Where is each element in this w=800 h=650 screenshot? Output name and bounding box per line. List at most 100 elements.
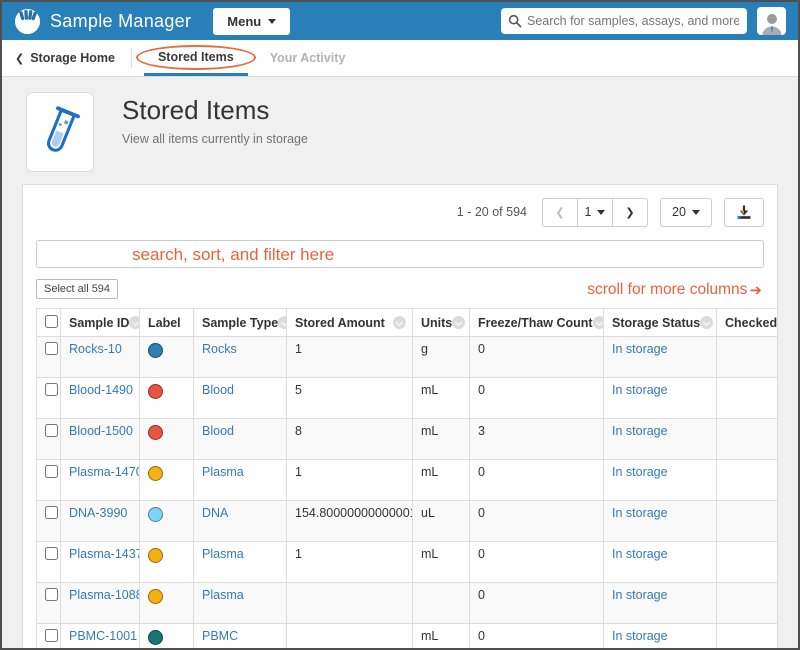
grid-panel: 1 - 20 of 594 ❮ 1 ❯ 20 (22, 184, 778, 650)
units-cell: g (413, 337, 470, 378)
units-cell: uL (413, 501, 470, 542)
column-menu-icon[interactable] (129, 316, 139, 329)
row-checkbox[interactable] (45, 547, 58, 560)
checked-out-cell (717, 501, 778, 542)
stored-amount-cell: 1 (287, 337, 413, 378)
sample-id-link[interactable]: PBMC-1001 (69, 629, 137, 643)
row-checkbox[interactable] (45, 383, 58, 396)
nav-storage-home[interactable]: ❮ Storage Home (11, 40, 119, 76)
sample-id-link[interactable]: Rocks-10 (69, 342, 122, 356)
arrow-right-icon: ➜ (749, 283, 762, 298)
row-checkbox[interactable] (45, 629, 58, 642)
stored-amount-cell (287, 583, 413, 624)
sample-id-link[interactable]: DNA-3990 (69, 506, 127, 520)
freeze-thaw-cell: 0 (470, 501, 604, 542)
storage-status-link[interactable]: In storage (612, 465, 668, 479)
sample-type-link[interactable]: Blood (202, 383, 234, 397)
filter-input[interactable]: search, sort, and filter here (36, 240, 764, 268)
storage-status-link[interactable]: In storage (612, 588, 668, 602)
checked-out-cell (717, 542, 778, 583)
row-checkbox[interactable] (45, 588, 58, 601)
row-checkbox[interactable] (45, 465, 58, 478)
sample-id-link[interactable]: Plasma-1437 (69, 547, 140, 561)
select-all-button[interactable]: Select all 594 (36, 279, 118, 299)
next-page-button[interactable]: ❯ (612, 198, 648, 227)
storage-status-link[interactable]: In storage (612, 342, 668, 356)
color-label-dot (148, 507, 163, 522)
units-cell: mL (413, 624, 470, 650)
tab-stored-items[interactable]: Stored Items (144, 40, 248, 76)
prev-page-button[interactable]: ❮ (542, 198, 578, 227)
sample-id-link[interactable]: Plasma-1088 (69, 588, 140, 602)
sample-type-link[interactable]: PBMC (202, 629, 238, 643)
sample-type-link[interactable]: Plasma (202, 547, 244, 561)
grid-scroll-area[interactable]: Sample ID Label Sample Type Stored Amoun… (36, 308, 777, 650)
color-label-dot (148, 589, 163, 604)
user-icon (760, 11, 784, 35)
tab-your-activity[interactable]: Your Activity (256, 40, 360, 76)
column-label: Stored Amount (295, 316, 385, 330)
storage-status-link[interactable]: In storage (612, 424, 668, 438)
filter-annotation: search, sort, and filter here (132, 246, 334, 263)
storage-status-link[interactable]: In storage (612, 383, 668, 397)
sample-type-link[interactable]: Rocks (202, 342, 237, 356)
search-input[interactable] (501, 8, 747, 34)
table-row: PBMC-1001 PBMC mL 0 In storage (37, 624, 778, 650)
sample-type-link[interactable]: DNA (202, 506, 228, 520)
selection-row: Select all 594 scroll for more columns ➜ (36, 279, 764, 299)
chevron-left-icon: ❮ (555, 206, 564, 219)
page-size-dropdown[interactable]: 20 (660, 198, 712, 227)
select-all-checkbox[interactable] (45, 315, 58, 328)
scroll-annotation-text: scroll for more columns (587, 281, 747, 299)
row-checkbox[interactable] (45, 424, 58, 437)
column-menu-icon[interactable] (393, 316, 406, 329)
download-icon (736, 204, 752, 220)
pagination-button-group: ❮ 1 ❯ (542, 198, 648, 227)
column-header-label: Label (140, 309, 194, 337)
stored-amount-cell (287, 624, 413, 650)
freeze-thaw-cell: 0 (470, 378, 604, 419)
row-checkbox[interactable] (45, 506, 58, 519)
row-checkbox[interactable] (45, 342, 58, 355)
table-row: Plasma-1088 Plasma 0 In storage (37, 583, 778, 624)
storage-status-link[interactable]: In storage (612, 506, 668, 520)
checked-out-cell (717, 460, 778, 501)
sample-type-link[interactable]: Plasma (202, 465, 244, 479)
sample-type-link[interactable]: Plasma (202, 588, 244, 602)
menu-button-label: Menu (227, 14, 261, 29)
checked-out-cell (717, 419, 778, 460)
page-subtitle: View all items currently in storage (122, 132, 308, 146)
sample-type-link[interactable]: Blood (202, 424, 234, 438)
pagination-range: 1 - 20 of 594 (457, 205, 527, 219)
column-label: Units (421, 316, 452, 330)
page-title: Stored Items (122, 95, 308, 126)
freeze-thaw-cell: 0 (470, 583, 604, 624)
page-number-dropdown[interactable]: 1 (577, 198, 613, 227)
header-row: Sample ID Label Sample Type Stored Amoun… (37, 309, 778, 337)
storage-home-label: Storage Home (30, 51, 115, 65)
export-button[interactable] (724, 198, 764, 227)
column-header-storage-status: Storage Status (604, 309, 717, 337)
stored-amount-cell: 154.800000000000011 (287, 501, 413, 542)
user-avatar[interactable] (757, 7, 786, 35)
pagination-bar: 1 - 20 of 594 ❮ 1 ❯ 20 (36, 197, 764, 227)
column-menu-icon[interactable] (700, 316, 713, 329)
column-header-freeze-thaw-count: Freeze/Thaw Count (470, 309, 604, 337)
column-label: Sample Type (202, 316, 278, 330)
divider (131, 48, 132, 68)
sample-id-link[interactable]: Plasma-1470 (69, 465, 140, 479)
sample-id-link[interactable]: Blood-1490 (69, 383, 133, 397)
app-title: Sample Manager (50, 11, 191, 32)
table-row: Blood-1490 Blood 5 mL 0 In storage (37, 378, 778, 419)
storage-status-link[interactable]: In storage (612, 629, 668, 643)
column-header-sample-type: Sample Type (194, 309, 287, 337)
menu-button[interactable]: Menu (213, 8, 290, 35)
units-cell: mL (413, 419, 470, 460)
chevron-right-icon: ❯ (625, 206, 634, 219)
storage-status-link[interactable]: In storage (612, 547, 668, 561)
column-menu-icon[interactable] (452, 316, 465, 329)
column-menu-icon[interactable] (278, 316, 286, 329)
sample-id-link[interactable]: Blood-1500 (69, 424, 133, 438)
column-menu-icon[interactable] (593, 316, 604, 329)
color-label-dot (148, 343, 163, 358)
